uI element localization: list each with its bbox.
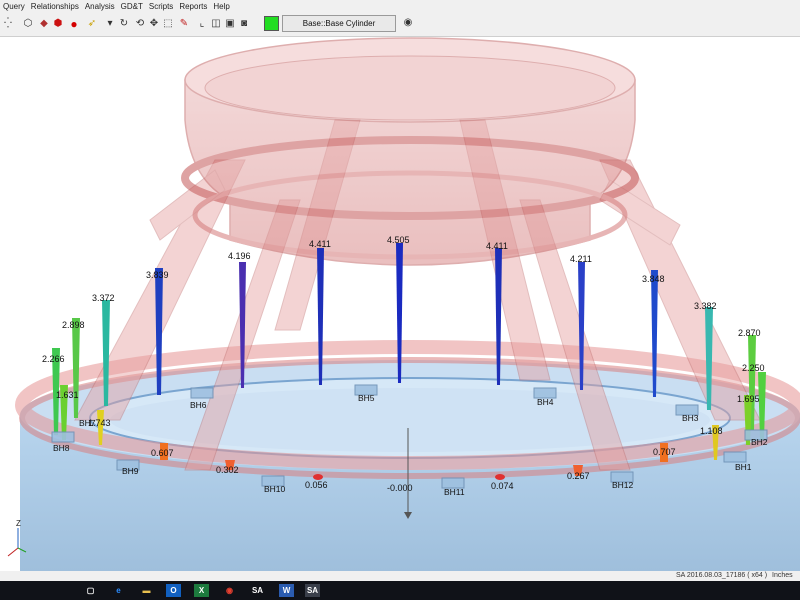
vector-cone (495, 474, 505, 480)
value-label: 0.707 (653, 447, 676, 457)
menu-gdt[interactable]: GD&T (118, 2, 146, 11)
record-icon[interactable]: ⬢ (52, 18, 64, 30)
value-label: 2.250 (742, 363, 765, 373)
value-label: 4.411 (309, 239, 331, 249)
point-label: BH5 (358, 393, 375, 403)
value-label: 1.695 (737, 394, 760, 404)
value-label: 1.631 (56, 390, 79, 400)
outlook-icon[interactable]: O (166, 584, 181, 597)
status-bar: SA 2016.08.03_17186 ( x64 ) Inches (0, 571, 800, 581)
point-label: BH7 (79, 418, 96, 428)
grid-icon[interactable]: ⁛ (2, 18, 14, 30)
file-explorer-icon[interactable]: ▬ (139, 584, 154, 597)
pointer-icon[interactable]: ➶ (86, 18, 98, 30)
taskbar: ▢ e ▬ O X ◉ SA W SA (0, 581, 800, 600)
value-label: 2.898 (62, 320, 85, 330)
value-label: 0.607 (151, 448, 174, 458)
value-label: 4.505 (387, 235, 410, 245)
value-label: 0.302 (216, 465, 239, 475)
toolbar: ⁛ ⬡ ◆ ⬢ ● ➶ ▾ ↻ ⟲ ✥ ⬚ ✎ ⌞ ◫ ▣ ◙ (0, 13, 800, 37)
frame-icon[interactable]: ⌞ (196, 18, 208, 30)
point-label: BH8 (53, 443, 70, 453)
point-label: BH1 (735, 462, 752, 472)
layers-icon[interactable]: ▣ (224, 18, 236, 30)
menu-relationships[interactable]: Relationships (28, 2, 82, 11)
point-label: BH11 (444, 487, 465, 497)
value-label: 3.848 (642, 274, 665, 284)
value-label: 0.056 (305, 480, 328, 490)
value-label: 3.382 (694, 301, 717, 311)
probe-icon[interactable]: ✎ (178, 18, 190, 30)
scene: 3.839 4.196 4.411 4.505 4.411 4.211 3.84… (0, 37, 800, 571)
camera-icon[interactable]: ◙ (238, 18, 250, 30)
3d-viewport[interactable]: 3.839 4.196 4.411 4.505 4.411 4.211 3.84… (0, 37, 800, 571)
word-icon[interactable]: W (279, 584, 294, 597)
value-label: 2.870 (738, 328, 761, 338)
value-label: 3.372 (92, 293, 115, 303)
axis-label-z: Z (16, 519, 21, 528)
point-label: BH6 (190, 400, 207, 410)
units-label: Inches (772, 572, 793, 579)
excel-icon[interactable]: X (194, 584, 209, 597)
value-label: 3.839 (146, 270, 169, 280)
menu-help[interactable]: Help (210, 2, 232, 11)
value-label: 2.266 (42, 354, 65, 364)
hub-assembly (181, 37, 639, 266)
menu-reports[interactable]: Reports (176, 2, 210, 11)
cube-icon[interactable]: ⬡ (22, 18, 34, 30)
sa-icon[interactable]: SA (250, 584, 265, 597)
sa-active-icon[interactable]: SA (305, 584, 320, 597)
chrome-icon[interactable]: ◉ (222, 584, 237, 597)
point-label: BH3 (682, 413, 699, 423)
task-view-icon[interactable]: ▢ (83, 584, 98, 597)
dropdown-icon[interactable]: ▾ (104, 18, 116, 30)
stop-icon[interactable]: ● (68, 18, 80, 30)
menu-scripts[interactable]: Scripts (146, 2, 176, 11)
menu-bar: Query Relationships Analysis GD&T Script… (0, 0, 800, 13)
menu-query[interactable]: Query (0, 2, 28, 11)
version-label: SA 2016.08.03_17186 ( x64 ) (676, 572, 768, 579)
point-label: BH12 (612, 480, 634, 490)
active-object-field[interactable]: Base::Base Cylinder (282, 15, 396, 32)
value-label: 1.108 (700, 426, 723, 436)
refresh-icon[interactable]: ↻ (118, 18, 130, 30)
value-label: 0.267 (567, 471, 590, 481)
value-label: 4.211 (570, 254, 592, 264)
color-swatch[interactable] (264, 16, 279, 31)
rotate-icon[interactable]: ⟲ (134, 18, 146, 30)
select-icon[interactable]: ⬚ (162, 18, 174, 30)
camera-settings-icon[interactable]: ◉ (402, 17, 414, 29)
value-label: 4.411 (486, 241, 508, 251)
point-label: BH10 (264, 484, 286, 494)
move-icon[interactable]: ✥ (148, 18, 160, 30)
menu-analysis[interactable]: Analysis (82, 2, 118, 11)
point-label: BH2 (751, 437, 768, 447)
shape-icon[interactable]: ◆ (38, 18, 50, 30)
point-label: BH9 (122, 466, 139, 476)
value-label: 0.074 (491, 481, 514, 491)
edge-icon[interactable]: e (111, 584, 126, 597)
value-label: -0.000 (387, 483, 413, 493)
box-icon[interactable]: ◫ (210, 18, 222, 30)
value-label: 4.196 (228, 251, 251, 261)
point-label: BH4 (537, 397, 554, 407)
